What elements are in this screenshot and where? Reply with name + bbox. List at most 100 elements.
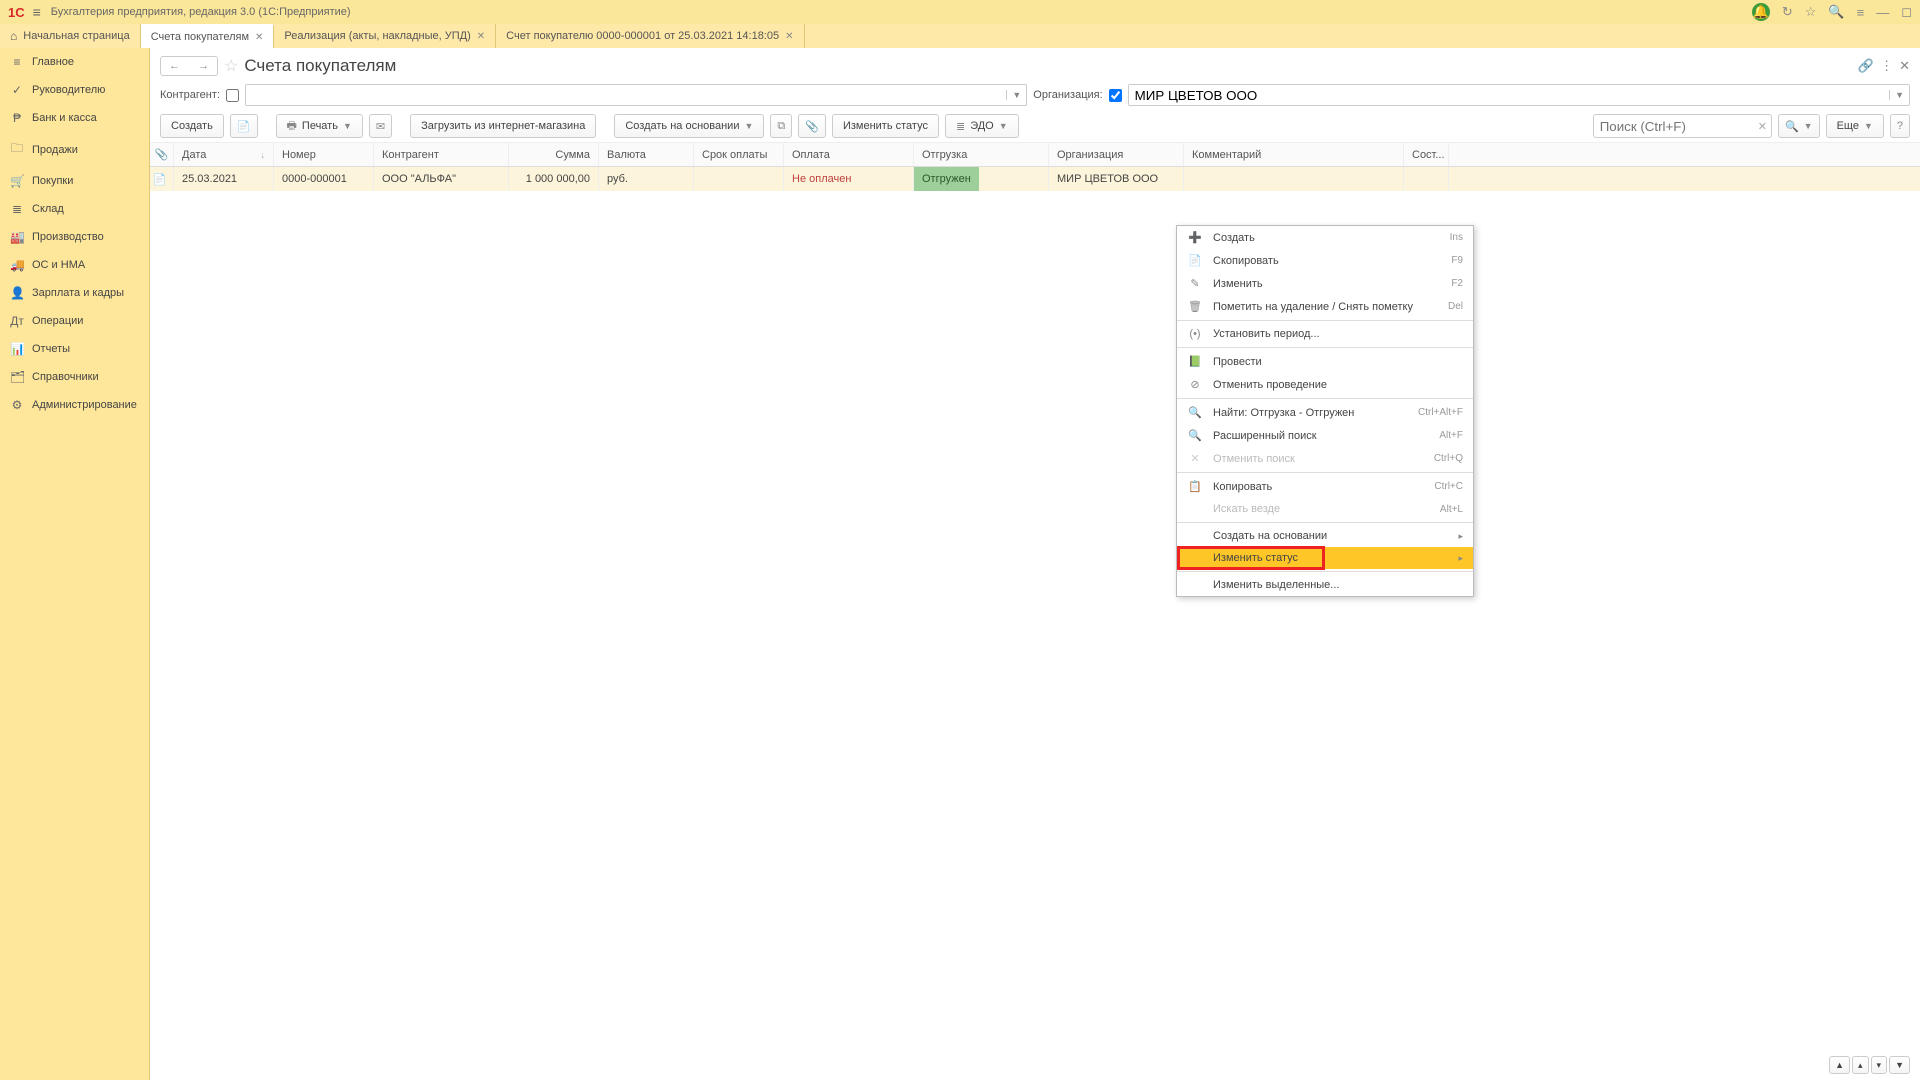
hamburger-icon[interactable]: ≡ xyxy=(33,4,41,20)
column-state[interactable]: Сост... xyxy=(1404,143,1449,166)
column-payment[interactable]: Оплата xyxy=(784,143,914,166)
context-menu-item[interactable]: ⊘Отменить проведение xyxy=(1177,373,1473,396)
context-menu-item[interactable]: 🗑Пометить на удаление / Снять пометкуDel xyxy=(1177,295,1473,318)
context-menu-item[interactable]: 📄СкопироватьF9 xyxy=(1177,249,1473,272)
tab-invoices[interactable]: Счета покупателям✕ xyxy=(141,24,275,48)
ruble-icon: ₱ xyxy=(10,111,24,125)
menu-item-shortcut: F9 xyxy=(1451,255,1463,266)
sidebar-item-production[interactable]: 🏭Производство xyxy=(0,223,149,251)
content-area: ← → ☆ Счета покупателям 🔗 ⋮ ✕ Контрагент… xyxy=(150,48,1920,1080)
column-attachment[interactable]: 📎 xyxy=(150,143,174,166)
favorite-icon[interactable]: ☆ xyxy=(224,56,238,76)
org-combo[interactable]: ▼ xyxy=(1128,84,1910,106)
column-sum[interactable]: Сумма xyxy=(509,143,599,166)
partner-filter-checkbox[interactable] xyxy=(226,89,239,102)
sidebar-item-bank[interactable]: ₱Банк и касса xyxy=(0,104,149,132)
column-shipment[interactable]: Отгрузка xyxy=(914,143,1049,166)
clear-icon[interactable]: ✕ xyxy=(1754,120,1771,133)
context-menu-item[interactable]: 🔍Найти: Отгрузка - ОтгруженCtrl+Alt+F xyxy=(1177,401,1473,424)
sidebar-item-catalogs[interactable]: 🗂Справочники xyxy=(0,363,149,391)
context-menu-item[interactable]: 📋КопироватьCtrl+C xyxy=(1177,475,1473,498)
search-icon[interactable]: 🔍 xyxy=(1828,4,1844,20)
context-menu-item[interactable]: ✎ИзменитьF2 xyxy=(1177,272,1473,295)
column-date[interactable]: Дата↓ xyxy=(174,143,274,166)
mail-button[interactable]: ✉ xyxy=(369,114,392,138)
context-menu-item[interactable]: Изменить статус xyxy=(1177,547,1473,569)
org-filter-checkbox[interactable] xyxy=(1109,89,1122,102)
partner-combo[interactable]: ▼ xyxy=(245,84,1027,106)
back-button[interactable]: ← xyxy=(161,57,188,75)
history-icon[interactable]: ↻ xyxy=(1782,4,1793,20)
menu-item-label: Создать на основании xyxy=(1213,530,1448,542)
print-button[interactable]: 🖶Печать▼ xyxy=(276,114,363,138)
bell-icon[interactable]: 🔔 xyxy=(1752,3,1770,21)
attach-button[interactable]: 📎 xyxy=(798,114,826,138)
change-status-button[interactable]: Изменить статус xyxy=(832,114,939,138)
help-button[interactable]: ? xyxy=(1890,114,1910,138)
sidebar-item-sales[interactable]: 🗀Продажи xyxy=(0,132,149,167)
restore-icon[interactable]: ◻ xyxy=(1901,4,1912,20)
column-due[interactable]: Срок оплаты xyxy=(694,143,784,166)
truck-icon: 🚚 xyxy=(10,258,24,272)
app-title: Бухгалтерия предприятия, редакция 3.0 (1… xyxy=(51,6,1752,18)
sidebar: ≡Главное ✓Руководителю ₱Банк и касса 🗀Пр… xyxy=(0,48,150,1080)
context-menu-item[interactable]: Изменить выделенные... xyxy=(1177,574,1473,596)
more-button[interactable]: Еще▼ xyxy=(1826,114,1884,138)
create-based-button[interactable]: Создать на основании▼ xyxy=(614,114,764,138)
context-menu-item[interactable]: 📗Провести xyxy=(1177,350,1473,373)
context-menu-item[interactable]: 🔍Расширенный поискAlt+F xyxy=(1177,424,1473,447)
sidebar-item-reports[interactable]: 📊Отчеты xyxy=(0,335,149,363)
context-menu-item[interactable]: Создать на основании xyxy=(1177,525,1473,547)
search-input[interactable] xyxy=(1594,119,1754,134)
nav-top-button[interactable]: ▲ xyxy=(1829,1056,1850,1074)
edo-button[interactable]: ≣ЭДО▼ xyxy=(945,114,1019,138)
sidebar-item-manager[interactable]: ✓Руководителю xyxy=(0,76,149,104)
load-shop-button[interactable]: Загрузить из интернет-магазина xyxy=(410,114,596,138)
menu-item-shortcut: Ctrl+C xyxy=(1434,481,1463,492)
close-page-icon[interactable]: ✕ xyxy=(1899,58,1910,74)
tab-realization[interactable]: Реализация (акты, накладные, УПД)✕ xyxy=(274,24,496,48)
close-icon[interactable]: ✕ xyxy=(785,31,793,42)
chevron-down-icon[interactable]: ▼ xyxy=(1006,90,1026,100)
column-comment[interactable]: Комментарий xyxy=(1184,143,1404,166)
nav-up-button[interactable]: ▴ xyxy=(1852,1056,1869,1074)
forward-button[interactable]: → xyxy=(190,57,217,75)
chevron-down-icon[interactable]: ▼ xyxy=(1889,90,1909,100)
table-row[interactable]: 📄 25.03.2021 0000-000001 ООО "АЛЬФА" 1 0… xyxy=(150,167,1920,191)
copy-doc-button[interactable]: 📄 xyxy=(230,114,258,138)
sidebar-item-hr[interactable]: 👤Зарплата и кадры xyxy=(0,279,149,307)
column-currency[interactable]: Валюта xyxy=(599,143,694,166)
context-menu-item[interactable]: ➕СоздатьIns xyxy=(1177,226,1473,249)
app-logo: 1C xyxy=(8,5,25,20)
sidebar-item-warehouse[interactable]: ≣Склад xyxy=(0,195,149,223)
nav-down-button[interactable]: ▾ xyxy=(1871,1056,1888,1074)
sidebar-item-operations[interactable]: ДтОперации xyxy=(0,307,149,335)
settings-icon[interactable]: ≡ xyxy=(1857,5,1865,20)
create-button[interactable]: Создать xyxy=(160,114,224,138)
search-box[interactable]: ✕ xyxy=(1593,114,1772,138)
nav-bottom-button[interactable]: ▼ xyxy=(1889,1056,1910,1074)
org-input[interactable] xyxy=(1129,85,1889,105)
menu-item-icon: 📄 xyxy=(1187,254,1203,267)
partner-input[interactable] xyxy=(246,85,1006,105)
link-icon[interactable]: 🔗 xyxy=(1858,58,1874,74)
column-partner[interactable]: Контрагент xyxy=(374,143,509,166)
minimize-icon[interactable]: — xyxy=(1876,5,1889,20)
related-button[interactable]: ⧉ xyxy=(770,114,792,138)
sidebar-item-main[interactable]: ≡Главное xyxy=(0,48,149,76)
paperclip-icon: 📎 xyxy=(805,120,819,133)
context-menu-item[interactable]: (•)Установить период... xyxy=(1177,323,1473,345)
menu-item-icon: 📋 xyxy=(1187,480,1203,493)
column-org[interactable]: Организация xyxy=(1049,143,1184,166)
star-icon[interactable]: ☆ xyxy=(1805,4,1817,20)
close-icon[interactable]: ✕ xyxy=(255,32,263,43)
column-number[interactable]: Номер xyxy=(274,143,374,166)
sidebar-item-assets[interactable]: 🚚ОС и НМА xyxy=(0,251,149,279)
sidebar-item-purchases[interactable]: 🛒Покупки xyxy=(0,167,149,195)
search-options-button[interactable]: 🔍▼ xyxy=(1778,114,1820,138)
close-icon[interactable]: ✕ xyxy=(477,31,485,42)
tab-home[interactable]: Начальная страница xyxy=(0,24,141,48)
sidebar-item-admin[interactable]: ⚙Администрирование xyxy=(0,391,149,419)
tab-invoice-doc[interactable]: Счет покупателю 0000-000001 от 25.03.202… xyxy=(496,24,804,48)
kebab-icon[interactable]: ⋮ xyxy=(1880,58,1893,74)
